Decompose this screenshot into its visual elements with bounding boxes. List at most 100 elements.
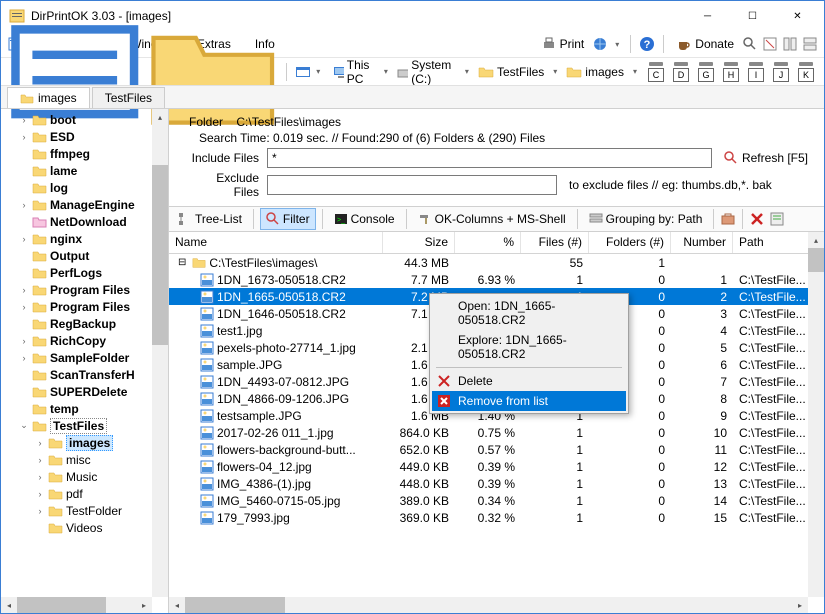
bc-drive[interactable]: System (C:) — [393, 56, 460, 88]
tree-node[interactable]: Videos — [3, 519, 168, 536]
bc-thispc[interactable]: This PC — [329, 56, 379, 88]
tree-node[interactable]: lame — [3, 162, 168, 179]
tool2-icon[interactable] — [782, 36, 798, 52]
tree-node[interactable]: ⌄TestFiles — [3, 417, 168, 434]
tree-vscroll[interactable]: ▴ — [152, 109, 168, 597]
col-name[interactable]: Name — [169, 232, 383, 253]
col-size[interactable]: Size — [383, 232, 455, 253]
tree-node[interactable]: ›ManageEngine — [3, 196, 168, 213]
print-button[interactable]: Print — [537, 34, 589, 54]
expand-icon[interactable]: › — [19, 336, 29, 346]
table-row[interactable]: flowers-background-butt...652.0 KB0.57 %… — [169, 441, 824, 458]
col-folders[interactable]: Folders (#) — [589, 232, 671, 253]
drive-button-K[interactable]: K — [797, 62, 815, 82]
expand-icon[interactable]: › — [35, 438, 45, 448]
drive-button-D[interactable]: D — [672, 62, 690, 82]
tree-node[interactable]: SUPERDelete — [3, 383, 168, 400]
tree-node[interactable]: ›misc — [3, 451, 168, 468]
table-row[interactable]: IMG_5460-0715-05.jpg389.0 KB0.34 %1014C:… — [169, 492, 824, 509]
donate-button[interactable]: Donate — [672, 34, 738, 54]
tool3-icon[interactable] — [802, 36, 818, 52]
export-icon[interactable] — [769, 211, 785, 227]
tree-node[interactable]: ›boot — [3, 111, 168, 128]
refresh-button[interactable]: Refresh [F5] — [720, 149, 812, 167]
minimize-button[interactable]: ─ — [685, 1, 730, 31]
console-button[interactable]: >_ Console — [329, 208, 400, 230]
tree-node[interactable]: ›Program Files — [3, 298, 168, 315]
filter-button[interactable]: Filter — [260, 208, 316, 230]
drive-button-G[interactable]: G — [697, 62, 715, 82]
table-row[interactable]: ⊟C:\TestFiles\images\44.3 MB551 — [169, 254, 824, 271]
col-number[interactable]: Number — [671, 232, 733, 253]
col-pct[interactable]: % — [455, 232, 521, 253]
close-button[interactable]: ✕ — [775, 1, 820, 31]
col-files[interactable]: Files (#) — [521, 232, 589, 253]
expand-icon[interactable]: › — [19, 132, 29, 142]
globe-drop-icon[interactable]: ▾ — [612, 40, 622, 49]
tab-testfiles[interactable]: TestFiles — [92, 87, 165, 108]
list-hscroll[interactable]: ◂ ▸ — [169, 597, 808, 613]
tree-node[interactable]: Output — [3, 247, 168, 264]
expand-icon[interactable]: › — [35, 506, 45, 516]
drive-button-I[interactable]: I — [747, 62, 765, 82]
tree-node[interactable]: ffmpeg — [3, 145, 168, 162]
table-row[interactable]: 2017-02-26 011_1.jpg864.0 KB0.75 %1010C:… — [169, 424, 824, 441]
bc-drop1[interactable]: ▾ — [381, 67, 391, 76]
expand-icon[interactable]: ⌄ — [19, 420, 29, 431]
table-row[interactable]: IMG_4386-(1).jpg448.0 KB0.39 %1013C:\Tes… — [169, 475, 824, 492]
folder-tree[interactable]: ›boot›ESDffmpeglamelog›ManageEngineNetDo… — [1, 109, 169, 613]
exclude-input[interactable] — [267, 175, 557, 195]
expand-icon[interactable]: › — [19, 200, 29, 210]
tab-images[interactable]: images — [7, 87, 90, 108]
tool1-icon[interactable] — [762, 36, 778, 52]
ctx-open[interactable]: Open: 1DN_1665-050518.CR2 — [432, 296, 626, 330]
tree-node[interactable]: ›ESD — [3, 128, 168, 145]
tree-hscroll[interactable]: ◂ ▸ — [1, 597, 152, 613]
list-vscroll[interactable]: ▴ — [808, 232, 824, 597]
bc-images[interactable]: images — [562, 63, 628, 81]
tree-node[interactable]: ›nginx — [3, 230, 168, 247]
table-row[interactable]: 179_7993.jpg369.0 KB0.32 %1015C:\TestFil… — [169, 509, 824, 526]
tree-node[interactable]: PerfLogs — [3, 264, 168, 281]
okcols-button[interactable]: OK-Columns + MS-Shell — [413, 208, 571, 230]
table-row[interactable]: flowers-04_12.jpg449.0 KB0.39 %1012C:\Te… — [169, 458, 824, 475]
tree-node[interactable]: ›Program Files — [3, 281, 168, 298]
tree-node[interactable]: NetDownload — [3, 213, 168, 230]
table-row[interactable]: 1DN_1673-050518.CR27.7 MB6.93 %101C:\Tes… — [169, 271, 824, 288]
bc-drop3[interactable]: ▾ — [550, 67, 560, 76]
tree-node[interactable]: log — [3, 179, 168, 196]
tree-node[interactable]: ScanTransferH — [3, 366, 168, 383]
drive-button-H[interactable]: H — [722, 62, 740, 82]
tree-node[interactable]: ›RichCopy — [3, 332, 168, 349]
maximize-button[interactable]: ☐ — [730, 1, 775, 31]
bc-drop2[interactable]: ▾ — [462, 67, 472, 76]
bc-drop4[interactable]: ▾ — [630, 67, 640, 76]
tree-node[interactable]: RegBackup — [3, 315, 168, 332]
expand-icon[interactable]: › — [19, 302, 29, 312]
expand-icon[interactable]: › — [19, 353, 29, 363]
ctx-remove[interactable]: Remove from list — [432, 391, 626, 411]
drive-button-C[interactable]: C — [647, 62, 665, 82]
expand-icon[interactable]: › — [35, 455, 45, 465]
include-input[interactable] — [267, 148, 712, 168]
grouping-button[interactable]: Grouping by: Path — [584, 208, 708, 230]
drive-button-J[interactable]: J — [772, 62, 790, 82]
tree-node[interactable]: ›Music — [3, 468, 168, 485]
ctx-delete[interactable]: Delete — [432, 371, 626, 391]
tree-node[interactable]: ›images — [3, 434, 168, 451]
treelist-button[interactable]: Tree-List — [173, 208, 247, 230]
bc-window[interactable]: ▾ — [292, 65, 327, 79]
collapse-icon[interactable]: ⊟ — [178, 257, 186, 268]
expand-icon[interactable]: › — [35, 472, 45, 482]
toolbox-icon[interactable] — [720, 211, 736, 227]
delete-x-icon[interactable] — [749, 211, 765, 227]
expand-icon[interactable]: › — [19, 234, 29, 244]
expand-icon[interactable]: › — [19, 115, 29, 125]
tree-node[interactable]: ›SampleFolder — [3, 349, 168, 366]
ctx-explore[interactable]: Explore: 1DN_1665-050518.CR2 — [432, 330, 626, 364]
magnify-icon[interactable] — [742, 36, 758, 52]
tree-node[interactable]: temp — [3, 400, 168, 417]
expand-icon[interactable]: › — [19, 285, 29, 295]
globe-icon[interactable] — [592, 36, 608, 52]
expand-icon[interactable]: › — [35, 489, 45, 499]
